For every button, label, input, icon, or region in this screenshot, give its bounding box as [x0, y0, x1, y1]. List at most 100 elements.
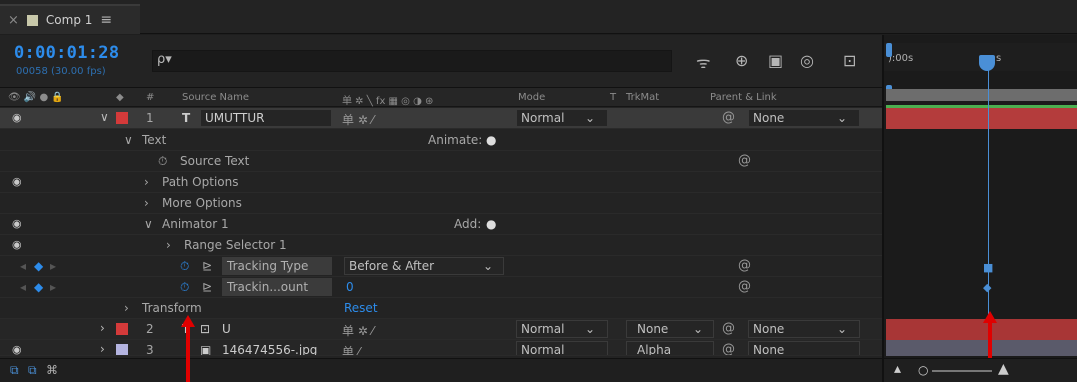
zoom-slider-track[interactable] — [932, 370, 992, 372]
visibility-eye-icon[interactable]: ◉ — [12, 175, 22, 188]
mode-header: Mode — [518, 92, 546, 103]
prop-row-tracking-type[interactable]: ◂ ◆ ▸ ⏱ ⊵ Tracking Type Before & After ⌄ … — [0, 256, 882, 277]
layer-1-duration-bar[interactable] — [886, 108, 1077, 129]
graph-icon[interactable]: ⊵ — [202, 280, 212, 294]
transfer-controls-toggle-icon[interactable]: ⧉ — [28, 363, 37, 378]
label-header[interactable]: ◆ — [116, 92, 124, 103]
prop-row-more-options[interactable]: › More Options — [0, 193, 882, 214]
visibility-eye-icon[interactable]: ◉ — [12, 343, 22, 355]
trkmat-select[interactable]: Alpha — [626, 341, 714, 355]
pickwhip-icon[interactable]: @ — [738, 258, 751, 273]
work-area-bar[interactable] — [886, 89, 1077, 101]
add-menu-icon[interactable]: ● — [486, 217, 496, 231]
zoom-out-icon[interactable]: ▴ — [894, 361, 901, 377]
stopwatch-active-icon[interactable]: ⏱ — [180, 259, 189, 274]
prop-row-transform[interactable]: › Transform Reset — [0, 298, 882, 319]
layer-3-duration-bar[interactable] — [886, 340, 1077, 356]
animate-menu-icon[interactable]: ● — [486, 133, 496, 147]
prev-keyframe-icon[interactable]: ◂ — [20, 259, 26, 273]
pickwhip-icon[interactable]: @ — [722, 110, 735, 125]
search-input[interactable]: ρ▾ — [152, 50, 672, 72]
pickwhip-icon[interactable]: @ — [722, 342, 735, 355]
zoom-bar: ▴ ○ ▲ — [884, 358, 1077, 382]
expand-chevron-icon[interactable]: › — [166, 238, 171, 252]
layer-name-field[interactable]: UMUTTUR — [200, 109, 332, 127]
expand-chevron-icon[interactable]: › — [124, 301, 129, 315]
expand-chevron-icon[interactable]: ∨ — [124, 133, 133, 147]
parent-select[interactable]: None ⌄ — [748, 320, 860, 338]
layer-name[interactable]: 146474556-.jpg — [222, 343, 317, 355]
layer-switches[interactable]: 单 ✲ ⁄ — [342, 322, 374, 339]
layer-label-color[interactable] — [116, 112, 128, 124]
graph-editor-icon[interactable]: ⊡ — [843, 51, 856, 70]
keyframe-toggle-icon[interactable]: ◆ — [34, 259, 43, 273]
tab-comp-1[interactable]: × Comp 1 ≡ — [0, 4, 140, 34]
visibility-eye-icon[interactable]: ◉ — [12, 217, 22, 230]
zoom-in-icon[interactable]: ▲ — [998, 361, 1009, 377]
layer-row-1[interactable]: ◉ ∨ 1 T UMUTTUR 单 ✲ ⁄ Normal ⌄ @ None ⌄ — [0, 108, 882, 129]
motion-blur-icon[interactable]: ◎ — [800, 51, 814, 70]
prop-row-text[interactable]: ∨ Text Animate: ● — [0, 130, 882, 151]
frame-blending-icon[interactable]: ▣ — [768, 51, 783, 70]
prop-row-path-options[interactable]: ◉ › Path Options — [0, 172, 882, 193]
source-name-header[interactable]: Source Name — [182, 92, 249, 103]
stopwatch-active-icon[interactable]: ⏱ — [180, 280, 189, 295]
next-keyframe-icon[interactable]: ▸ — [50, 259, 56, 273]
trkmat-value: None — [637, 322, 669, 336]
trkmat-select[interactable]: None ⌄ — [626, 320, 714, 338]
layer-row-3[interactable]: ◉ › 3 ▣ 146474556-.jpg 单 ⁄ Normal Alpha … — [0, 340, 882, 356]
in-out-toggle-icon[interactable]: ⌘ — [46, 363, 58, 377]
solo-icon[interactable]: ⊡ — [200, 322, 210, 336]
tracking-type-select[interactable]: Before & After ⌄ — [344, 257, 504, 275]
current-time-display[interactable]: 0:00:01:28 — [14, 43, 119, 63]
stopwatch-icon[interactable]: ⏱ — [158, 154, 167, 169]
layer-switches[interactable]: 单 ⁄ — [342, 343, 360, 355]
expand-chevron-icon[interactable]: › — [144, 196, 149, 210]
layer-name[interactable]: U — [222, 322, 231, 336]
zoom-slider-thumb[interactable]: ○ — [918, 363, 928, 377]
parent-select[interactable]: None — [748, 341, 860, 355]
reset-transform-link[interactable]: Reset — [344, 301, 378, 315]
layer-2-duration-bar[interactable] — [886, 319, 1077, 340]
work-area-start-handle[interactable] — [886, 43, 892, 57]
expand-chevron-icon[interactable]: › — [100, 321, 105, 335]
expand-chevron-icon[interactable]: › — [144, 175, 149, 189]
blend-mode-select[interactable]: Normal — [516, 341, 608, 355]
layer-label-color[interactable] — [116, 323, 128, 335]
blend-mode-select[interactable]: Normal ⌄ — [516, 109, 608, 127]
expand-chevron-icon[interactable]: ∨ — [100, 110, 109, 124]
tracking-amount-value[interactable]: 0 — [346, 280, 354, 294]
pickwhip-icon[interactable]: @ — [738, 279, 751, 294]
graph-icon[interactable]: ⊵ — [202, 259, 212, 273]
next-keyframe-icon[interactable]: ▸ — [50, 280, 56, 294]
panel-menu-icon[interactable]: ≡ — [100, 12, 112, 28]
visibility-eye-icon[interactable]: ◉ — [12, 238, 22, 251]
prop-label-source-text: Source Text — [180, 154, 250, 168]
prop-label-text: Text — [142, 133, 167, 147]
t-header: T — [610, 92, 617, 103]
shy-layers-icon[interactable]: ⊕ — [735, 51, 748, 70]
prop-row-source-text[interactable]: ⏱ Source Text @ — [0, 151, 882, 172]
keyframe-toggle-icon[interactable]: ◆ — [34, 280, 43, 294]
switches-header: 单 ✲ ╲ fx ▦ ◎ ◑ ⊛ — [342, 96, 434, 107]
close-tab-icon[interactable]: × — [8, 13, 19, 28]
expand-chevron-icon[interactable]: › — [100, 342, 105, 355]
pickwhip-icon[interactable]: @ — [722, 321, 735, 336]
prop-label-transform: Transform — [142, 301, 202, 315]
current-time-indicator-head[interactable] — [979, 55, 995, 71]
layer-switches-toggle-icon[interactable]: ⧉ — [10, 363, 19, 378]
prop-row-tracking-amount[interactable]: ◂ ◆ ▸ ⏱ ⊵ Trackin...ount 0 @ — [0, 277, 882, 298]
prev-keyframe-icon[interactable]: ◂ — [20, 280, 26, 294]
prop-row-animator[interactable]: ◉ ∨ Animator 1 Add: ● — [0, 214, 882, 235]
blend-mode-select[interactable]: Normal ⌄ — [516, 320, 608, 338]
prop-row-range-selector[interactable]: ◉ › Range Selector 1 — [0, 235, 882, 256]
visibility-eye-icon[interactable]: ◉ — [12, 111, 22, 124]
layer-label-color[interactable] — [116, 344, 128, 355]
composition-mini-flowchart-icon[interactable]: ᯤ — [696, 51, 711, 73]
layer-switches[interactable]: 单 ✲ ⁄ — [342, 111, 374, 128]
layer-row-2[interactable]: › 2 T ⊡ U 单 ✲ ⁄ Normal⌄ None⌄ @ None⌄ — [0, 319, 882, 340]
pickwhip-icon[interactable]: @ — [738, 153, 751, 168]
parent-select[interactable]: None ⌄ — [748, 109, 860, 127]
expand-chevron-icon[interactable]: ∨ — [144, 217, 153, 231]
parent-value: None — [753, 322, 785, 336]
